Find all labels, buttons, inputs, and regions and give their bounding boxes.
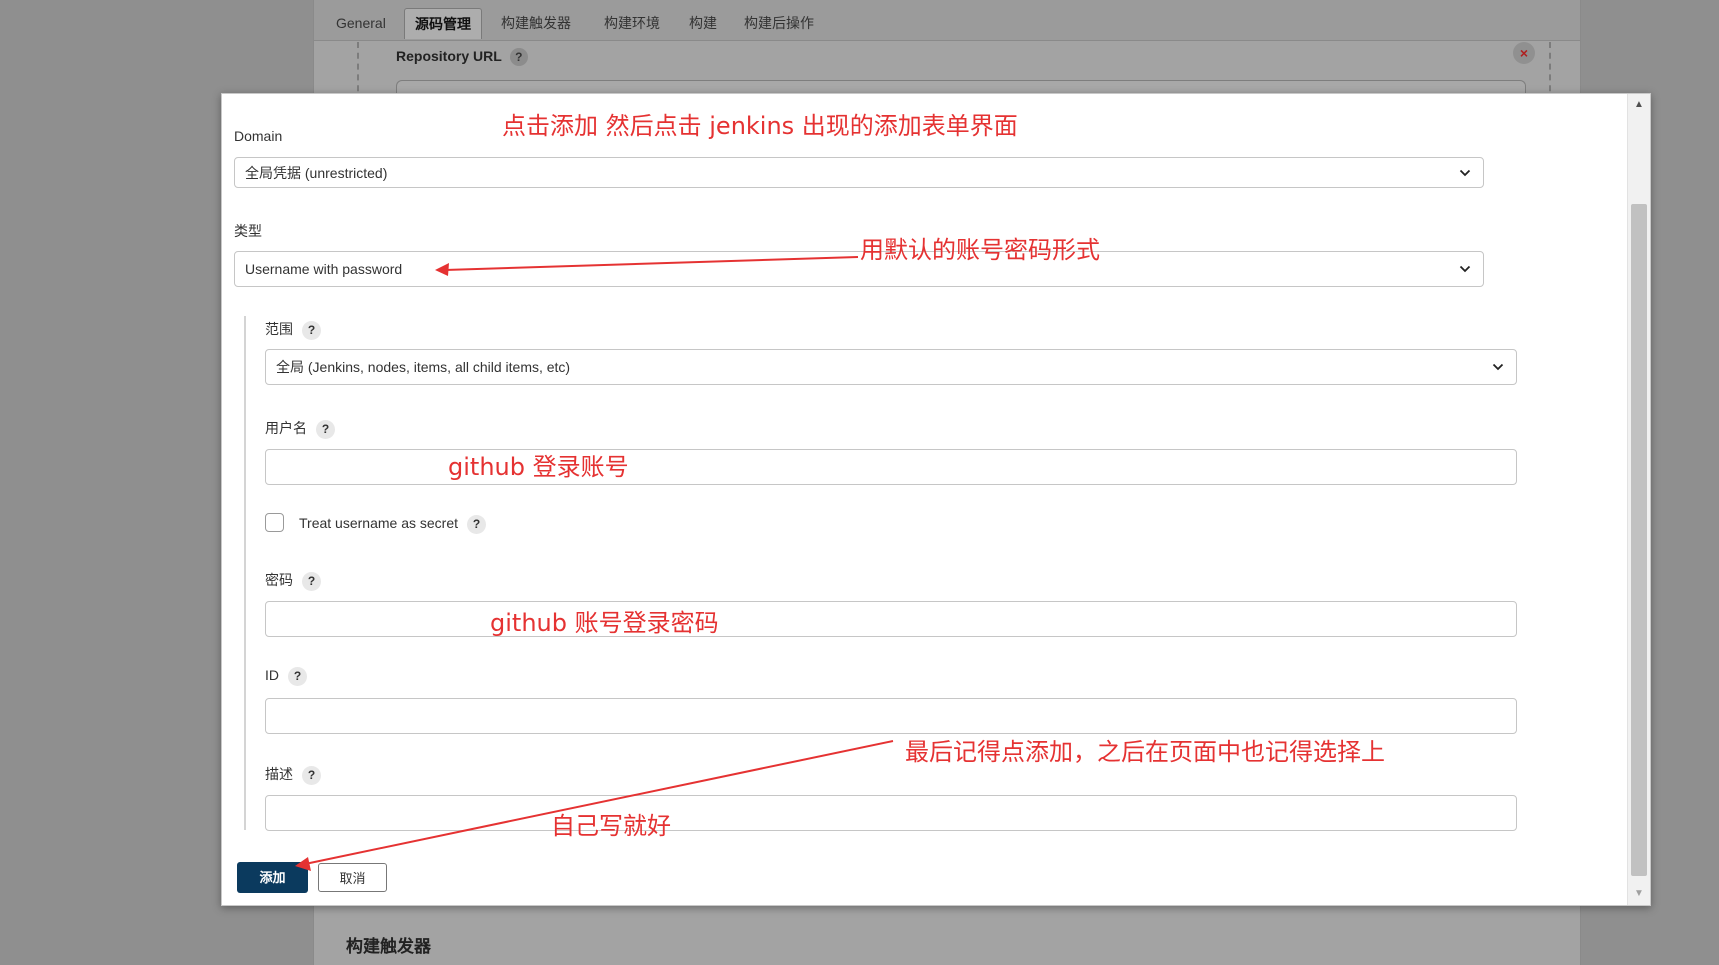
config-tab-bar: General 源码管理 构建触发器 构建环境 构建 构建后操作 [314, 0, 1580, 41]
annotation-kind: 用默认的账号密码形式 [860, 236, 1100, 264]
annotation-password: github 账号登录密码 [490, 609, 719, 637]
help-icon[interactable]: ? [302, 571, 321, 591]
scroll-up-icon[interactable]: ▲ [1628, 94, 1650, 116]
repository-url-label: Repository URL? [396, 48, 528, 66]
password-label: 密码? [265, 570, 321, 591]
help-icon[interactable]: ? [288, 667, 307, 686]
nested-section-indicator [244, 316, 246, 830]
scope-select-value: 全局 (Jenkins, nodes, items, all child ite… [276, 359, 571, 375]
tab-source-code-management[interactable]: 源码管理 [404, 8, 482, 39]
id-label: ID? [265, 667, 307, 686]
tab-general[interactable]: General [326, 8, 396, 38]
section-title-build-triggers: 构建触发器 [346, 937, 431, 956]
domain-select[interactable]: 全局凭据 (unrestricted) [234, 157, 1484, 188]
kind-select[interactable]: Username with password [234, 251, 1484, 287]
kind-label: 类型 [234, 223, 262, 239]
annotation-description: 自己写就好 [551, 812, 671, 840]
domain-select-value: 全局凭据 (unrestricted) [245, 164, 388, 181]
help-icon[interactable]: ? [509, 48, 528, 66]
tab-build-triggers[interactable]: 构建触发器 [491, 8, 581, 38]
scope-select[interactable]: 全局 (Jenkins, nodes, items, all child ite… [265, 349, 1517, 385]
close-icon[interactable]: × [1513, 42, 1535, 64]
chevron-down-icon [1459, 169, 1471, 176]
annotation-top: 点击添加 然后点击 jenkins 出现的添加表单界面 [502, 112, 1018, 140]
username-label: 用户名? [265, 418, 335, 439]
password-input[interactable] [265, 601, 1517, 637]
treat-username-secret-checkbox[interactable] [265, 513, 284, 532]
annotation-username: github 登录账号 [448, 453, 629, 481]
tab-build-environment[interactable]: 构建环境 [594, 8, 670, 38]
chevron-down-icon [1492, 363, 1504, 371]
add-button[interactable]: 添加 [237, 862, 308, 893]
kind-select-value: Username with password [245, 261, 403, 277]
annotation-add: 最后记得点添加，之后在页面中也记得选择上 [905, 738, 1385, 766]
description-label: 描述? [265, 764, 321, 785]
scope-label: 范围? [265, 319, 321, 340]
scroll-thumb[interactable] [1631, 204, 1647, 876]
tab-post-build-actions[interactable]: 构建后操作 [734, 8, 824, 38]
id-input[interactable] [265, 698, 1517, 734]
description-input[interactable] [265, 795, 1517, 831]
help-icon[interactable]: ? [302, 320, 321, 340]
help-icon[interactable]: ? [302, 765, 321, 785]
help-icon[interactable]: ? [467, 515, 486, 534]
help-icon[interactable]: ? [316, 419, 335, 439]
modal-scrollbar[interactable]: ▲ ▼ [1627, 94, 1650, 905]
chevron-down-icon [1459, 265, 1471, 273]
domain-label: Domain [234, 128, 283, 144]
scroll-down-icon[interactable]: ▼ [1628, 883, 1650, 905]
cancel-button[interactable]: 取消 [318, 863, 387, 892]
add-credentials-dialog: Domain 全局凭据 (unrestricted) 类型 Username w… [221, 93, 1651, 906]
treat-username-secret-label: Treat username as secret? [299, 515, 486, 534]
tab-build[interactable]: 构建 [679, 8, 727, 38]
